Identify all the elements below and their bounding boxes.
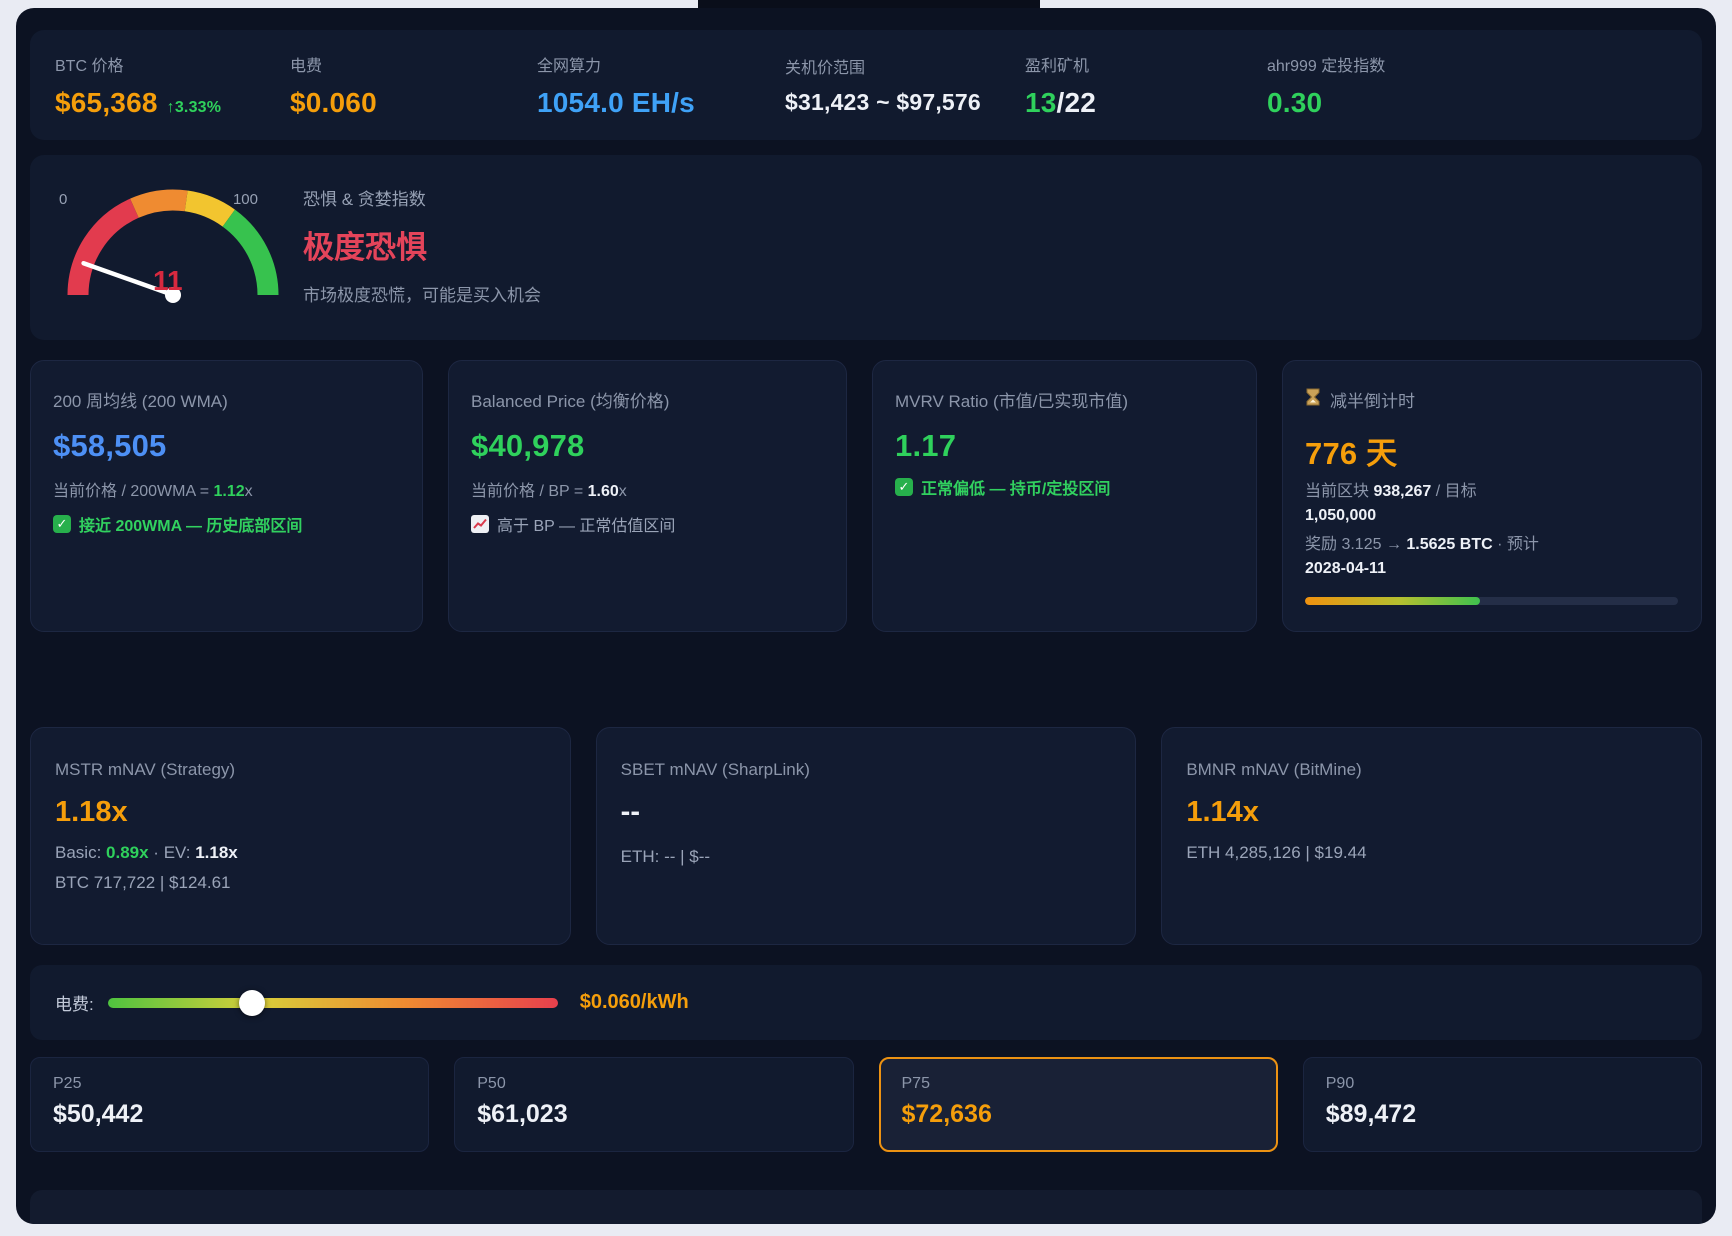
percentile-cards-row: P25 $50,442 P50 $61,023 P75 $72,636 P90 … [30, 1057, 1702, 1152]
stat-label: 电费 [290, 52, 537, 76]
percentile-card-p90[interactable]: P90 $89,472 [1303, 1057, 1702, 1152]
card-title: Balanced Price (均衡价格) [471, 387, 824, 412]
price-change-badge: ↑3.33% [167, 99, 222, 116]
fear-greed-gauge: 0 100 11 [55, 163, 291, 313]
card-balanced-price: Balanced Price (均衡价格) $40,978 当前价格 / BP … [448, 360, 847, 632]
stat-ahr999: ahr999 定投指数 0.30 [1267, 52, 1702, 119]
card-value: -- [621, 796, 1112, 829]
card-title: SBET mNAV (SharpLink) [621, 760, 1112, 780]
stat-shutdown-range: 关机价范围 $31,423 ~ $97,576 [785, 54, 1025, 116]
stat-value: $31,423 ~ $97,576 [785, 89, 1025, 116]
electricity-slider-label: 电费: [55, 990, 94, 1015]
card-value: 1.14x [1186, 796, 1677, 829]
card-sbet-mnav: SBET mNAV (SharpLink) -- ETH: -- | $-- [596, 727, 1137, 945]
fear-greed-description: 市场极度恐慌，可能是买入机会 [303, 281, 541, 306]
stat-electricity: 电费 $0.060 [290, 52, 537, 119]
card-mstr-mnav: MSTR mNAV (Strategy) 1.18x Basic: 0.89x … [30, 727, 571, 945]
stat-value: $65,368↑3.33% [55, 87, 290, 119]
halving-block-line: 当前区块 938,267 / 目标 [1305, 482, 1679, 502]
card-halving-countdown: 减半倒计时 776 天 当前区块 938,267 / 目标 1,050,000 … [1282, 360, 1702, 632]
card-value: 776 天 [1305, 428, 1679, 473]
card-value: 1.18x [55, 796, 546, 829]
card-title: BMNR mNAV (BitMine) [1186, 760, 1677, 780]
fear-greed-panel: 0 100 11 恐惧 & 贪婪指数 极度恐惧 市场极度恐慌，可能是买入机会 [30, 155, 1702, 340]
card-ratio-line: 当前价格 / BP = 1.60x [471, 477, 824, 501]
stat-profitable-miners: 盈利矿机 13/22 [1025, 52, 1267, 119]
percentile-card-p50[interactable]: P50 $61,023 [454, 1057, 853, 1152]
chart-up-icon [471, 515, 489, 533]
card-note: ✓接近 200WMA — 历史底部区间 [53, 512, 400, 536]
stat-label: BTC 价格 [55, 52, 290, 76]
card-mvrv: MVRV Ratio (市值/已实现市值) 1.17 ✓正常偏低 — 持币/定投… [872, 360, 1257, 632]
percentile-value: $61,023 [477, 1100, 830, 1129]
stat-label: ahr999 定投指数 [1267, 52, 1702, 76]
stat-hashrate: 全网算力 1054.0 EH/s [537, 52, 785, 119]
fear-greed-text: 恐惧 & 贪婪指数 极度恐惧 市场极度恐慌，可能是买入机会 [303, 185, 541, 306]
sbet-holdings-line: ETH: -- | $-- [621, 847, 1112, 867]
halving-date-line: 2028-04-11 [1305, 559, 1679, 579]
card-bmnr-mnav: BMNR mNAV (BitMine) 1.14x ETH 4,285,126 … [1161, 727, 1702, 945]
stat-value: 0.30 [1267, 87, 1702, 119]
electricity-slider-panel: 电费: $0.060/kWh [30, 965, 1702, 1040]
metric-cards-row: 200 周均线 (200 WMA) $58,505 当前价格 / 200WMA … [30, 360, 1702, 632]
electricity-slider-track[interactable] [108, 998, 558, 1008]
fear-greed-status: 极度恐惧 [303, 222, 541, 267]
percentile-label: P75 [902, 1075, 1255, 1093]
card-note: ✓正常偏低 — 持币/定投区间 [895, 475, 1234, 499]
top-stats-bar: BTC 价格 $65,368↑3.33% 电费 $0.060 全网算力 1054… [30, 30, 1702, 140]
halving-progress-fill [1305, 597, 1480, 605]
stat-label: 关机价范围 [785, 54, 1025, 78]
percentile-card-p75-selected[interactable]: P75 $72,636 [879, 1057, 1278, 1152]
hourglass-icon [1305, 388, 1321, 411]
card-note: 高于 BP — 正常估值区间 [471, 512, 824, 536]
stat-value: $0.060 [290, 87, 537, 119]
percentile-label: P90 [1326, 1075, 1679, 1093]
stat-value: 13/22 [1025, 87, 1267, 119]
next-panel-sliver [30, 1190, 1702, 1224]
card-value: $40,978 [471, 428, 824, 464]
electricity-slider-value: $0.060/kWh [580, 991, 689, 1014]
gauge-value: 11 [153, 265, 183, 297]
card-ratio-line: 当前价格 / 200WMA = 1.12x [53, 477, 400, 501]
gauge-min-label: 0 [59, 191, 67, 208]
check-icon: ✓ [53, 515, 71, 533]
percentile-value: $72,636 [902, 1100, 1255, 1129]
card-title: MVRV Ratio (市值/已实现市值) [895, 387, 1234, 412]
gauge-max-label: 100 [233, 191, 258, 208]
halving-reward-line: 奖励 3.125 → 1.5625 BTC · 预计 [1305, 535, 1679, 555]
electricity-slider-thumb[interactable] [239, 990, 265, 1016]
percentile-label: P25 [53, 1075, 406, 1093]
mnav-cards-row: MSTR mNAV (Strategy) 1.18x Basic: 0.89x … [30, 727, 1702, 945]
card-title: 200 周均线 (200 WMA) [53, 387, 400, 412]
halving-progress-bar [1305, 597, 1678, 605]
percentile-value: $89,472 [1326, 1100, 1679, 1129]
card-value: 1.17 [895, 428, 1234, 464]
stat-label: 全网算力 [537, 52, 785, 76]
dashboard-container: BTC 价格 $65,368↑3.33% 电费 $0.060 全网算力 1054… [16, 8, 1716, 1224]
fear-greed-title: 恐惧 & 贪婪指数 [303, 185, 541, 210]
stat-label: 盈利矿机 [1025, 52, 1267, 76]
halving-target-line: 1,050,000 [1305, 506, 1679, 526]
mstr-basic-ev-line: Basic: 0.89x · EV: 1.18x [55, 843, 546, 863]
percentile-value: $50,442 [53, 1100, 406, 1129]
percentile-card-p25[interactable]: P25 $50,442 [30, 1057, 429, 1152]
card-title: 减半倒计时 [1305, 387, 1679, 412]
stat-value: 1054.0 EH/s [537, 87, 785, 119]
stat-btc-price: BTC 价格 $65,368↑3.33% [55, 52, 290, 119]
mstr-holdings-line: BTC 717,722 | $124.61 [55, 873, 546, 893]
percentile-label: P50 [477, 1075, 830, 1093]
card-200wma: 200 周均线 (200 WMA) $58,505 当前价格 / 200WMA … [30, 360, 423, 632]
card-value: $58,505 [53, 428, 400, 464]
card-title: MSTR mNAV (Strategy) [55, 760, 546, 780]
check-icon: ✓ [895, 478, 913, 496]
bmnr-holdings-line: ETH 4,285,126 | $19.44 [1186, 843, 1677, 863]
